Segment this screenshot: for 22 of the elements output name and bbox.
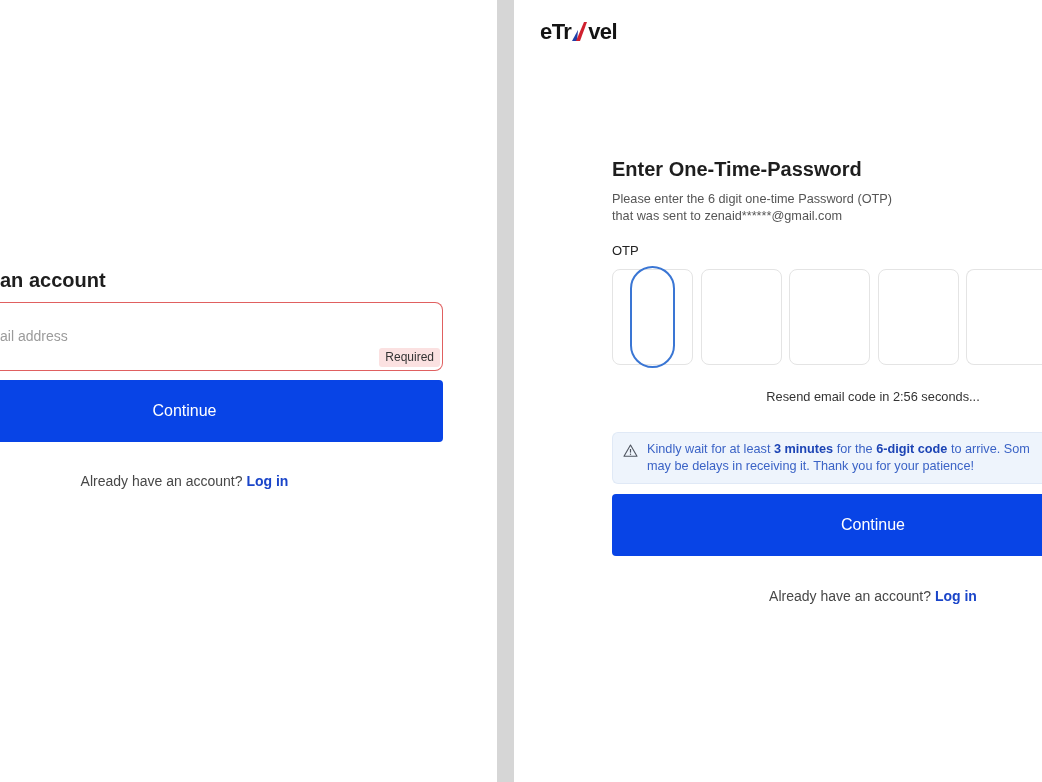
warning-icon (623, 444, 638, 457)
login-prompt: Already have an account? Log in (79, 472, 290, 490)
resend-timer-text: Resend email code in 2:56 seconds... (765, 389, 981, 405)
logo-text: vel (588, 18, 618, 46)
otp-digit-field[interactable] (966, 269, 1042, 365)
continue-button[interactable]: Continue (612, 494, 1042, 556)
otp-digit-field[interactable] (700, 269, 782, 365)
otp-label: OTP (612, 243, 640, 259)
required-badge: Required (379, 348, 440, 367)
login-link[interactable]: Log in (246, 473, 289, 489)
instructions-text: Please enter the 6 digit one-time Password (OTP) that was sent to zenaid******@gmail.com (612, 191, 893, 225)
otp-digit-field[interactable] (789, 269, 870, 365)
login-link[interactable]: Log in (934, 588, 977, 604)
otp-digit-field[interactable] (877, 269, 959, 365)
continue-button[interactable]: Continue (0, 380, 443, 442)
notice-text: Kindly wait for at least 3 minutes for the 6-digit code to arrive. Som may be delays in receiving it. Thank you for your patience! (647, 441, 1030, 475)
otp-digit-field[interactable] (612, 269, 693, 365)
page-heading: Enter One-Time-Password (612, 157, 863, 181)
login-prompt: Already have an account? Log in (768, 587, 978, 605)
logo-mark-icon (572, 22, 588, 41)
form-heading: an account (0, 268, 107, 292)
logo-text: eTr (540, 18, 572, 46)
